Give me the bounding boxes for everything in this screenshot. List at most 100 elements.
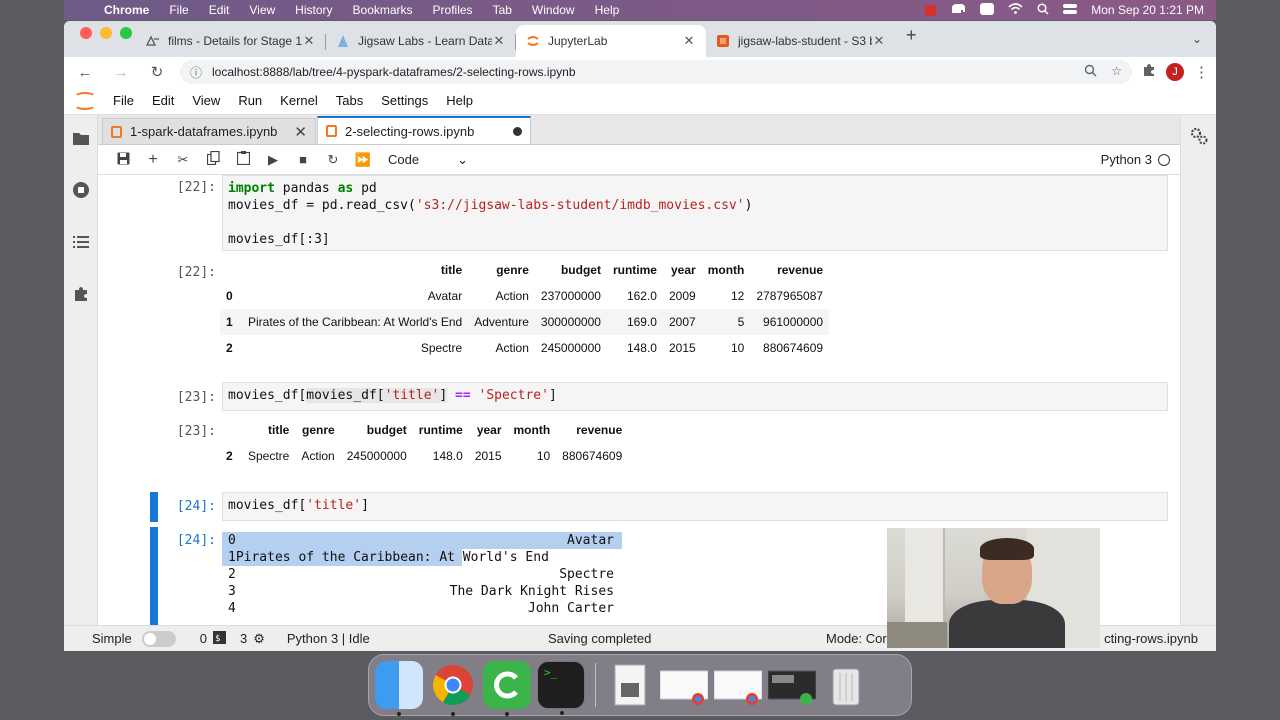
folder-icon[interactable]: [72, 129, 90, 147]
copy-icon[interactable]: [198, 150, 228, 168]
menu-app-name[interactable]: Chrome: [94, 3, 159, 17]
menu-profiles[interactable]: Profiles: [423, 3, 483, 17]
property-inspector-gears-icon[interactable]: [1190, 127, 1208, 625]
jupyter-menu-settings[interactable]: Settings: [372, 93, 437, 108]
run-all-icon[interactable]: ⏩: [348, 152, 378, 168]
menu-edit[interactable]: Edit: [199, 3, 240, 17]
table-of-contents-icon[interactable]: [72, 233, 90, 251]
paste-icon[interactable]: [228, 151, 258, 168]
recording-icon[interactable]: [925, 4, 937, 16]
url-text[interactable]: localhost:8888/lab/tree/4-pyspark-datafr…: [212, 65, 576, 79]
back-arrow-icon[interactable]: ←: [72, 64, 98, 81]
cut-icon[interactable]: ✂: [168, 152, 198, 168]
simple-mode-label: Simple: [92, 631, 132, 646]
chrome-icon[interactable]: [429, 661, 477, 716]
close-tab-icon[interactable]: ✕: [682, 33, 696, 49]
running-dot: [451, 712, 455, 716]
close-window-button[interactable]: [80, 27, 92, 39]
add-cell-icon[interactable]: +: [138, 151, 168, 169]
extension-manager-icon[interactable]: [72, 285, 90, 303]
notebook-mode[interactable]: Mode: Cor: [826, 631, 887, 646]
extensions-puzzle-icon[interactable]: [1142, 63, 1156, 82]
profile-avatar[interactable]: J: [1166, 63, 1184, 81]
terminals-count[interactable]: 0 $: [200, 630, 226, 647]
address-bar[interactable]: ⓘ localhost:8888/lab/tree/4-pyspark-data…: [180, 60, 1132, 84]
finder-icon[interactable]: [375, 661, 423, 716]
wifi-icon[interactable]: [1008, 3, 1023, 17]
toggles-icon[interactable]: [1063, 3, 1078, 18]
run-icon[interactable]: ▶: [258, 152, 288, 168]
code-token: pd: [353, 181, 377, 196]
table-header-cell: budget: [366, 423, 407, 437]
jupyter-menu-view[interactable]: View: [183, 93, 229, 108]
jupyter-menu-run[interactable]: Run: [229, 93, 271, 108]
minimize-window-button[interactable]: [100, 27, 112, 39]
jupyter-menu-file[interactable]: File: [104, 93, 143, 108]
running-dot: [560, 711, 564, 715]
zoom-window-button[interactable]: [120, 27, 132, 39]
document-preview-icon[interactable]: [606, 661, 654, 709]
menu-view[interactable]: View: [239, 3, 285, 17]
bookmark-star-icon[interactable]: ☆: [1111, 64, 1122, 80]
trash-icon[interactable]: [822, 661, 870, 709]
browser-tab-films[interactable]: films - Details for Stage 13 (Att ✕: [136, 25, 326, 57]
control-center-icon[interactable]: [980, 2, 995, 18]
spotlight-search-icon[interactable]: [1037, 2, 1049, 18]
site-info-icon[interactable]: ⓘ: [190, 64, 202, 81]
jupyter-menu-kernel[interactable]: Kernel: [271, 93, 327, 108]
jupyter-menu-edit[interactable]: Edit: [143, 93, 183, 108]
terminal-app-icon[interactable]: >_: [537, 661, 585, 715]
browser-tab-jupyterlab[interactable]: JupyterLab ✕: [516, 25, 706, 57]
menu-history[interactable]: History: [285, 3, 342, 17]
stop-icon[interactable]: ■: [288, 152, 318, 167]
code-editor[interactable]: import pandas as pd movies_df = pd.read_…: [222, 175, 1168, 251]
code-editor[interactable]: movies_df[movies_df['title'] == 'Spectre…: [222, 382, 1168, 411]
elephant-icon[interactable]: [950, 3, 966, 18]
new-tab-button[interactable]: +: [896, 25, 927, 54]
chrome-window-thumbnail-icon[interactable]: [660, 661, 708, 709]
camtasia-icon[interactable]: [483, 661, 531, 716]
browser-menu-kebab-icon[interactable]: ⋮: [1194, 63, 1209, 81]
save-icon[interactable]: [108, 152, 138, 168]
close-tab-icon[interactable]: ✕: [492, 33, 506, 49]
right-sidebar: [1180, 115, 1216, 625]
menu-file[interactable]: File: [159, 3, 198, 17]
close-tab-icon[interactable]: ✕: [872, 33, 886, 49]
zoom-icon[interactable]: [1084, 64, 1097, 80]
jupyter-menu-help[interactable]: Help: [437, 93, 482, 108]
close-doc-tab-icon[interactable]: ✕: [294, 123, 307, 141]
forward-arrow-icon[interactable]: →: [108, 64, 134, 81]
code-token: import: [228, 181, 275, 196]
browser-tab-s3[interactable]: jigsaw-labs-student - S3 buck ✕: [706, 25, 896, 57]
close-tab-icon[interactable]: ✕: [302, 33, 316, 49]
menu-tab[interactable]: Tab: [483, 3, 522, 17]
table-cell: 961000000: [750, 309, 830, 335]
menubar-clock[interactable]: Mon Sep 20 1:21 PM: [1091, 3, 1204, 17]
menu-bookmarks[interactable]: Bookmarks: [343, 3, 423, 17]
cell-type-select[interactable]: Code ⌄: [388, 152, 468, 168]
running-kernels-icon[interactable]: [72, 181, 90, 199]
code-token: 'title': [384, 388, 440, 403]
code-editor[interactable]: movies_df['title']: [222, 492, 1168, 521]
svg-text:$: $: [215, 634, 220, 644]
kernels-count[interactable]: 3 ⚙: [240, 631, 265, 647]
aws-s3-icon: [716, 34, 730, 48]
menu-window[interactable]: Window: [522, 3, 585, 17]
unsaved-dot-icon[interactable]: [513, 126, 522, 136]
kernel-indicator[interactable]: Python 3: [1101, 152, 1180, 167]
kernel-status[interactable]: Python 3 | Idle: [287, 631, 370, 646]
simple-mode-toggle[interactable]: [141, 630, 176, 647]
table-index-cell: 2: [226, 341, 233, 355]
restart-icon[interactable]: ↻: [318, 152, 348, 168]
reload-icon[interactable]: ↻: [144, 63, 170, 81]
chrome-window-thumbnail-icon[interactable]: [714, 661, 762, 709]
doc-tab-spark-dataframes[interactable]: 1-spark-dataframes.ipynb ✕: [102, 118, 316, 144]
terminal-prompt-glyph: >_: [544, 666, 558, 679]
kernels-count-value: 3: [239, 631, 248, 646]
menu-help[interactable]: Help: [585, 3, 630, 17]
jupyter-menu-tabs[interactable]: Tabs: [327, 93, 372, 108]
browser-tab-jigsaw[interactable]: Jigsaw Labs - Learn Data Engi ✕: [326, 25, 516, 57]
doc-tab-selecting-rows[interactable]: 2-selecting-rows.ipynb: [317, 116, 531, 144]
tab-search-chevron-icon[interactable]: ⌄: [1178, 32, 1216, 46]
camtasia-window-thumbnail-icon[interactable]: [768, 661, 816, 709]
